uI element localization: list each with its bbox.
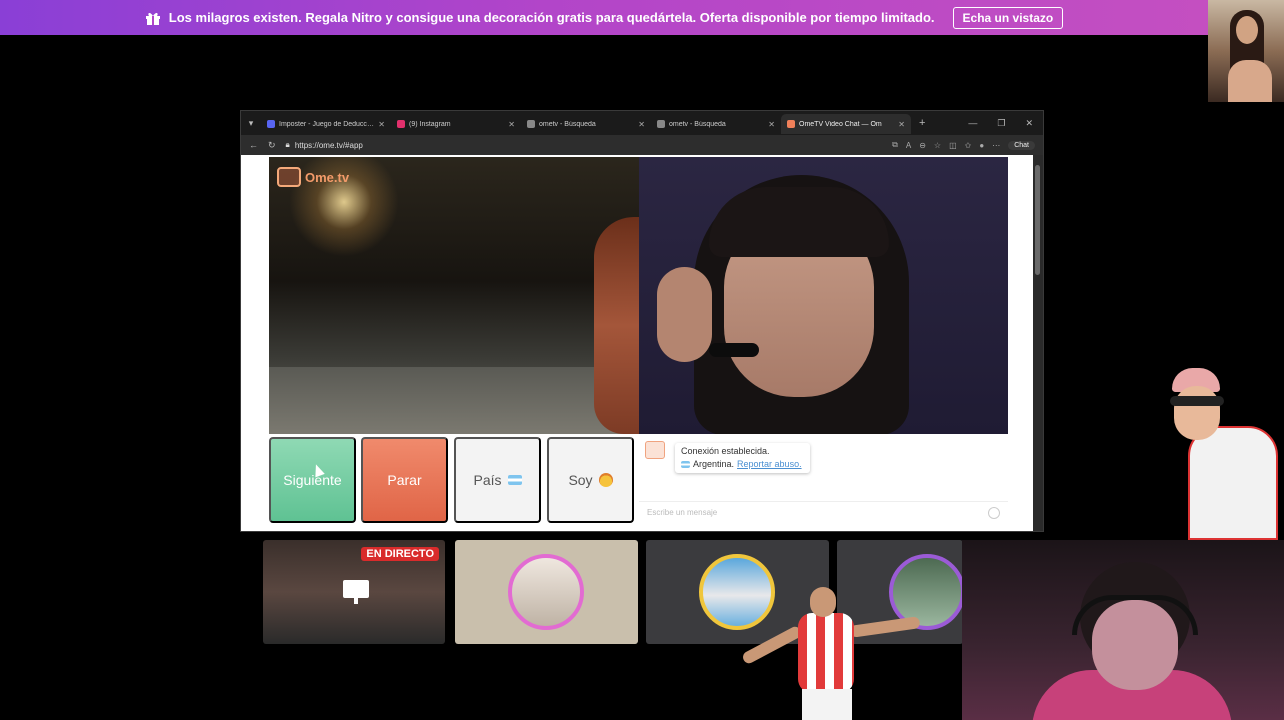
argentina-flag-icon [507,475,522,485]
footballer-sticker [740,585,940,720]
avatar [508,554,584,630]
banner-text: Los milagros existen. Regala Nitro y con… [168,10,935,25]
ometv-page: Ome.tv Siguiente Parar País Soy Conexión… [241,155,1035,531]
stop-button[interactable]: Parar [361,437,448,523]
zoom-icon[interactable]: ⊖ [919,141,926,150]
favorite-icon[interactable]: ☆ [934,141,941,150]
microphone-icon [709,343,759,357]
emoji-picker-icon[interactable] [988,506,1000,519]
boy-emoji-icon [598,473,613,487]
tab-favicon-icon [267,120,275,128]
window-controls: — ❐ ✕ [968,118,1043,129]
minimize-icon[interactable]: — [968,118,977,129]
tab-search-2[interactable]: ometv - Búsqueda ✕ [651,114,781,134]
argentina-flag-icon [681,460,690,468]
live-stream-card[interactable]: EN DIRECTO [263,540,445,644]
partner-country: Argentina. [693,459,735,469]
ometv-logo: Ome.tv [277,167,349,187]
tab-ometv[interactable]: OmeTV Video Chat — Om ✕ [781,114,911,134]
tab-search-1[interactable]: ometv - Búsqueda ✕ [521,114,651,134]
character-sticker [1160,366,1284,540]
next-button-label: Siguiente [283,472,342,488]
tab-title: ometv - Búsqueda [539,120,596,128]
country-button-label: País [473,472,502,488]
banner-cta-button[interactable]: Echa un vistazo [952,6,1064,29]
headset-icon [1072,595,1198,635]
close-icon[interactable]: ✕ [898,120,905,129]
toolbar-icons: ⧉ A ⊖ ☆ ◫ ✩ ● ⋯ Chat [892,140,1035,150]
new-tab-icon[interactable]: + [919,117,925,129]
message-input[interactable]: Escribe un mensaje [639,501,1008,523]
ometv-logo-icon [277,167,301,187]
tab-title: (9) Instagram [409,120,451,128]
close-icon[interactable]: ✕ [378,120,385,129]
ometv-chat-logo-icon [645,441,665,459]
close-icon[interactable]: ✕ [508,120,515,129]
tab-title: ometv - Búsqueda [669,120,726,128]
participant-card[interactable] [455,540,638,644]
reload-icon[interactable]: ↻ [268,140,276,151]
report-abuse-link[interactable]: Reportar abuso. [737,459,802,469]
address-bar: ← ↻ 🔒︎ https://ome.tv/#app ⧉ A ⊖ ☆ ◫ ✩ ●… [241,135,1043,155]
translate-icon[interactable]: A [906,141,911,150]
close-icon[interactable]: ✕ [638,120,645,129]
webcam-overlay-top [1208,0,1284,102]
url-text: https://ome.tv/#app [294,140,363,150]
next-button[interactable]: Siguiente [269,437,356,523]
tab-list-chevron-icon[interactable]: ▾ [241,118,261,129]
open-in-app-icon[interactable]: ⧉ [892,140,898,150]
chat-panel: Conexión establecida. Argentina. Reporta… [639,437,1008,523]
tab-title: OmeTV Video Chat — Om [799,120,882,128]
collections-icon[interactable]: ✩ [965,141,972,150]
back-icon[interactable]: ← [249,140,258,150]
copilot-chat-button[interactable]: Chat [1008,140,1035,150]
self-video [639,157,1008,434]
ometv-logo-text: Ome.tv [305,169,350,185]
browser-window: ▾ Imposter - Juego de Deducción ✕ (9) In… [240,110,1044,532]
connection-status: Conexión establecida. [681,446,770,456]
search-icon [657,120,665,128]
stream-overlay: Los milagros existen. Regala Nitro y con… [0,0,1284,720]
nitro-promo-banner: Los milagros existen. Regala Nitro y con… [0,0,1208,35]
screen-share-icon [343,580,369,598]
lock-icon: 🔒︎ [285,140,290,149]
message-placeholder: Escribe un mensaje [647,508,718,517]
tab-instagram[interactable]: (9) Instagram ✕ [391,114,521,134]
system-message: Conexión establecida. Argentina. Reporta… [675,443,810,473]
tab-favicon-icon [397,120,405,128]
page-scrollbar[interactable] [1033,155,1043,531]
tab-title: Imposter - Juego de Deducción [279,120,375,128]
stranger-video: Ome.tv [269,157,639,434]
gender-button-label: Soy [568,472,593,488]
country-select-button[interactable]: País [454,437,541,523]
tab-strip: ▾ Imposter - Juego de Deducción ✕ (9) In… [241,111,1043,135]
stop-button-label: Parar [387,472,422,488]
extensions-icon[interactable]: ◫ [949,141,957,150]
close-icon[interactable]: ✕ [768,120,775,129]
maximize-icon[interactable]: ❐ [997,118,1005,129]
gender-select-button[interactable]: Soy [547,437,634,523]
close-window-icon[interactable]: ✕ [1025,118,1033,129]
streamer-webcam [962,540,1284,720]
live-badge: EN DIRECTO [361,547,439,561]
search-icon [527,120,535,128]
url-field[interactable]: 🔒︎ https://ome.tv/#app [285,137,883,153]
tab-imposter[interactable]: Imposter - Juego de Deducción ✕ [261,114,391,134]
profile-icon[interactable]: ● [979,141,984,150]
more-icon[interactable]: ⋯ [992,141,1000,150]
gift-icon [145,12,160,25]
tab-favicon-icon [787,120,795,128]
